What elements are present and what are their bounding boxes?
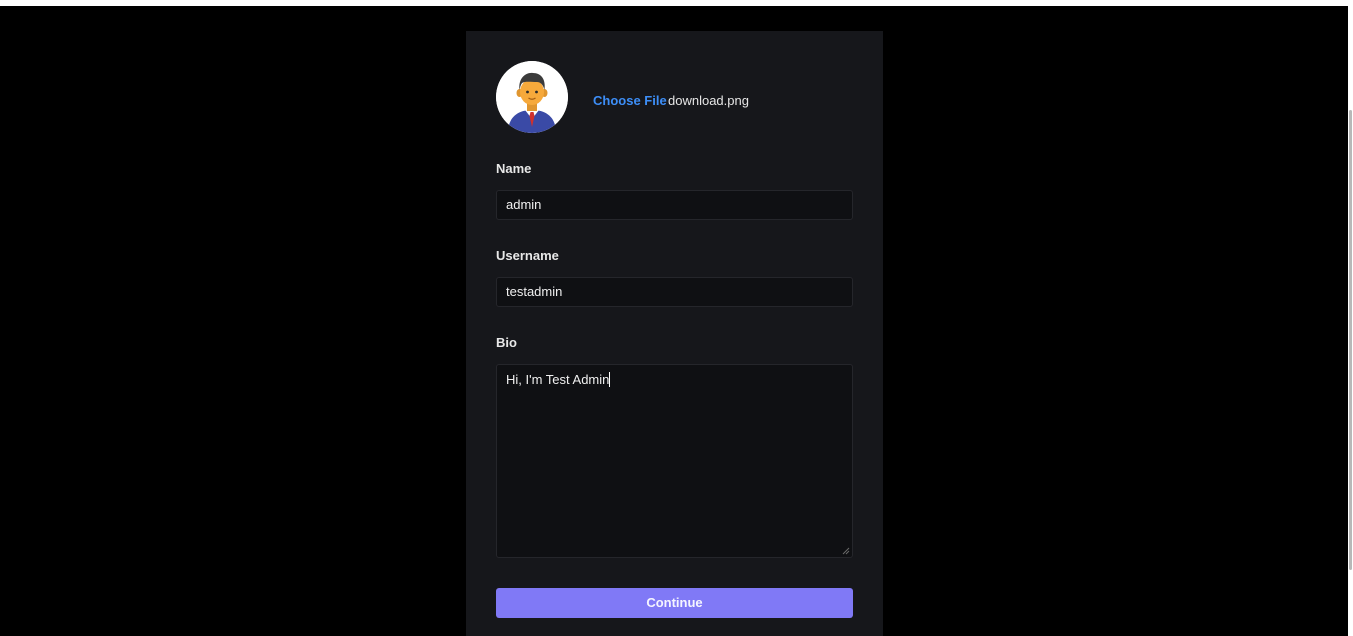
profile-form-card: Choose File download.png Name admin User… xyxy=(466,31,883,636)
resize-handle-icon[interactable] xyxy=(842,547,850,555)
continue-button[interactable]: Continue xyxy=(496,588,853,618)
browser-top-strip xyxy=(0,0,1353,6)
text-caret xyxy=(609,372,611,387)
name-input[interactable]: admin xyxy=(496,190,853,220)
name-label: Name xyxy=(496,161,532,176)
page-scrollbar-thumb[interactable] xyxy=(1349,110,1352,570)
selected-file-name: download.png xyxy=(668,93,749,108)
bio-label: Bio xyxy=(496,335,517,350)
choose-file-button[interactable]: Choose File xyxy=(593,93,667,108)
bio-textarea[interactable]: Hi, I'm Test Admin xyxy=(496,364,853,558)
bio-text: Hi, I'm Test Admin xyxy=(506,372,610,387)
username-label: Username xyxy=(496,248,559,263)
user-avatar-icon xyxy=(496,61,568,133)
username-input[interactable]: testadmin xyxy=(496,277,853,307)
